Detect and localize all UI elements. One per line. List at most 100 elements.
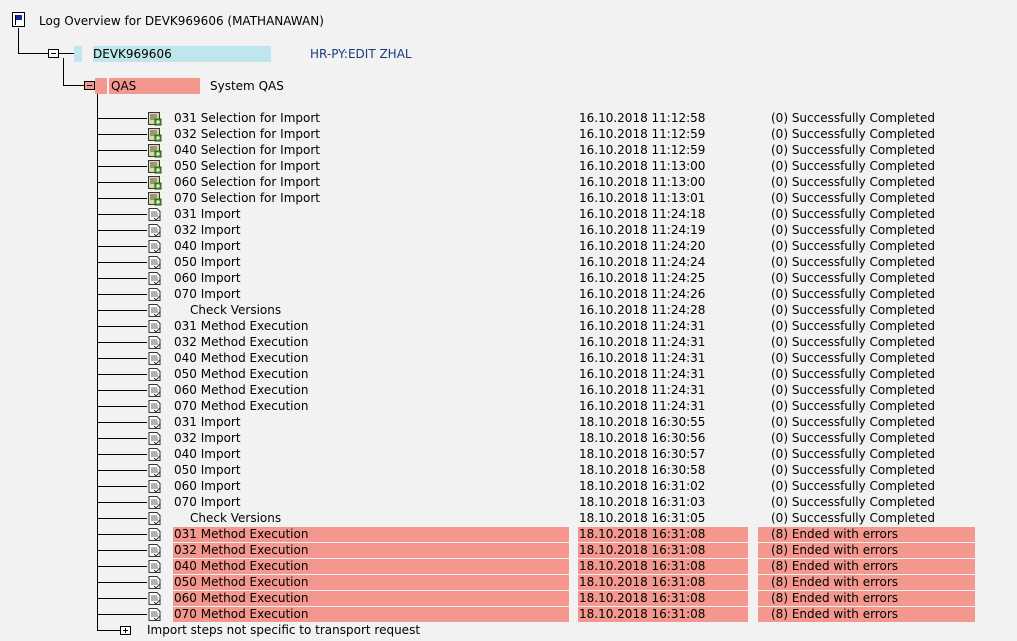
step-name[interactable]: 040 Method Execution	[174, 351, 308, 366]
step-name[interactable]: 032 Selection for Import	[174, 127, 320, 142]
step-row[interactable]: 032 Method Execution 18.10.2018 16:31:08 (…	[0, 543, 1017, 559]
document-icon[interactable]	[147, 207, 162, 222]
document-icon[interactable]	[147, 239, 162, 254]
step-name[interactable]: 060 Import	[174, 479, 241, 494]
step-row[interactable]: 031 Import 18.10.2018 16:30:55 (0) Success…	[0, 415, 1017, 431]
step-row[interactable]: 060 Import 16.10.2018 11:24:25 (0) Success…	[0, 271, 1017, 287]
step-row[interactable]: 040 Method Execution 18.10.2018 16:31:08 (…	[0, 559, 1017, 575]
system-node-description[interactable]: HR-PY:EDIT ZHAL	[310, 47, 412, 61]
step-row[interactable]: 060 Method Execution 18.10.2018 16:31:08 (…	[0, 591, 1017, 607]
document-icon[interactable]	[147, 335, 162, 350]
document-icon[interactable]	[147, 543, 162, 558]
step-row[interactable]: 070 Method Execution 18.10.2018 16:31:08 (…	[0, 607, 1017, 623]
step-row[interactable]: Check Versions 16.10.2018 11:24:28 (0) Suc…	[0, 303, 1017, 319]
step-name[interactable]: Check Versions	[190, 303, 281, 318]
document-icon[interactable]	[147, 511, 162, 526]
step-name[interactable]: 032 Method Execution	[174, 335, 308, 350]
step-row[interactable]: 040 Import 16.10.2018 11:24:20 (0) Success…	[0, 239, 1017, 255]
flag-icon[interactable]	[12, 12, 25, 27]
step-row[interactable]: 050 Selection for Import 16.10.2018 11:13…	[0, 159, 1017, 175]
step-row[interactable]: 032 Selection for Import 16.10.2018 11:12…	[0, 127, 1017, 143]
step-name[interactable]: 050 Method Execution	[174, 575, 308, 590]
step-row[interactable]: 050 Method Execution 16.10.2018 11:24:31 (…	[0, 367, 1017, 383]
step-name[interactable]: 040 Import	[174, 239, 241, 254]
selection-icon[interactable]	[147, 191, 162, 206]
document-icon[interactable]	[147, 255, 162, 270]
step-name[interactable]: 031 Selection for Import	[174, 111, 320, 126]
expand-folder-icon[interactable]	[120, 626, 131, 635]
step-name[interactable]: 050 Import	[174, 255, 241, 270]
collapse-folder-icon[interactable]	[48, 49, 59, 58]
step-name[interactable]: 050 Selection for Import	[174, 159, 320, 174]
step-name[interactable]: 031 Import	[174, 415, 241, 430]
step-row[interactable]: 070 Import 18.10.2018 16:31:03 (0) Success…	[0, 495, 1017, 511]
selection-icon[interactable]	[147, 159, 162, 174]
step-name[interactable]: 031 Method Execution	[174, 319, 308, 334]
step-row[interactable]: 060 Method Execution 16.10.2018 11:24:31 (…	[0, 383, 1017, 399]
document-icon[interactable]	[147, 463, 162, 478]
step-row[interactable]: 032 Import 16.10.2018 11:24:19 (0) Success…	[0, 223, 1017, 239]
step-name[interactable]: 070 Import	[174, 495, 241, 510]
step-row[interactable]: 032 Method Execution 16.10.2018 11:24:31 (…	[0, 335, 1017, 351]
step-name[interactable]: 060 Method Execution	[174, 591, 308, 606]
selection-icon[interactable]	[147, 127, 162, 142]
step-name[interactable]: 060 Method Execution	[174, 383, 308, 398]
step-row[interactable]: 070 Import 16.10.2018 11:24:26 (0) Success…	[0, 287, 1017, 303]
document-icon[interactable]	[147, 415, 162, 430]
step-row[interactable]: 070 Selection for Import 16.10.2018 11:13…	[0, 191, 1017, 207]
step-name[interactable]: 050 Import	[174, 463, 241, 478]
step-row[interactable]: 031 Method Execution 18.10.2018 16:31:08 (…	[0, 527, 1017, 543]
selection-icon[interactable]	[147, 175, 162, 190]
step-name[interactable]: 031 Import	[174, 207, 241, 222]
step-row[interactable]: 040 Import 18.10.2018 16:30:57 (0) Success…	[0, 447, 1017, 463]
document-icon[interactable]	[147, 591, 162, 606]
step-row[interactable]: 031 Import 16.10.2018 11:24:18 (0) Success…	[0, 207, 1017, 223]
document-icon[interactable]	[147, 351, 162, 366]
step-name[interactable]: 032 Import	[174, 223, 241, 238]
step-row[interactable]: 032 Import 18.10.2018 16:30:56 (0) Success…	[0, 431, 1017, 447]
document-icon[interactable]	[147, 495, 162, 510]
step-name[interactable]: 070 Selection for Import	[174, 191, 320, 206]
document-icon[interactable]	[147, 559, 162, 574]
document-icon[interactable]	[147, 527, 162, 542]
document-icon[interactable]	[147, 607, 162, 622]
step-name[interactable]: 031 Method Execution	[174, 527, 308, 542]
step-name[interactable]: 060 Import	[174, 271, 241, 286]
document-icon[interactable]	[147, 271, 162, 286]
step-row[interactable]: 050 Import 16.10.2018 11:24:24 (0) Success…	[0, 255, 1017, 271]
step-row[interactable]: 040 Method Execution 16.10.2018 11:24:31 (…	[0, 351, 1017, 367]
step-row[interactable]: 050 Method Execution 18.10.2018 16:31:08 (…	[0, 575, 1017, 591]
step-row[interactable]: 060 Selection for Import 16.10.2018 11:13…	[0, 175, 1017, 191]
step-name[interactable]: 070 Method Execution	[174, 399, 308, 414]
document-icon[interactable]	[147, 319, 162, 334]
document-icon[interactable]	[147, 447, 162, 462]
selection-icon[interactable]	[147, 143, 162, 158]
document-icon[interactable]	[147, 223, 162, 238]
document-icon[interactable]	[147, 575, 162, 590]
document-icon[interactable]	[147, 431, 162, 446]
qas-node[interactable]: QAS	[109, 78, 200, 94]
document-icon[interactable]	[147, 383, 162, 398]
system-node[interactable]: DEVK969606	[93, 46, 271, 62]
document-icon[interactable]	[147, 303, 162, 318]
step-name[interactable]: 032 Method Execution	[174, 543, 308, 558]
step-row[interactable]: 031 Method Execution 16.10.2018 11:24:31 (…	[0, 319, 1017, 335]
collapse-folder-icon[interactable]	[84, 81, 95, 90]
step-row[interactable]: 070 Method Execution 16.10.2018 11:24:31 (…	[0, 399, 1017, 415]
step-name[interactable]: 050 Method Execution	[174, 367, 308, 382]
document-icon[interactable]	[147, 367, 162, 382]
step-row[interactable]: 040 Selection for Import 16.10.2018 11:12…	[0, 143, 1017, 159]
document-icon[interactable]	[147, 287, 162, 302]
step-name[interactable]: 040 Method Execution	[174, 559, 308, 574]
step-row[interactable]: 031 Selection for Import 16.10.2018 11:12…	[0, 111, 1017, 127]
selection-icon[interactable]	[147, 111, 162, 126]
step-name[interactable]: 070 Import	[174, 287, 241, 302]
step-name[interactable]: 040 Import	[174, 447, 241, 462]
document-icon[interactable]	[147, 479, 162, 494]
step-name[interactable]: 040 Selection for Import	[174, 143, 320, 158]
step-name[interactable]: 060 Selection for Import	[174, 175, 320, 190]
step-name[interactable]: 032 Import	[174, 431, 241, 446]
step-name[interactable]: 070 Method Execution	[174, 607, 308, 622]
step-row[interactable]: 050 Import 18.10.2018 16:30:58 (0) Success…	[0, 463, 1017, 479]
step-row[interactable]: Check Versions 18.10.2018 16:31:05 (0) Suc…	[0, 511, 1017, 527]
